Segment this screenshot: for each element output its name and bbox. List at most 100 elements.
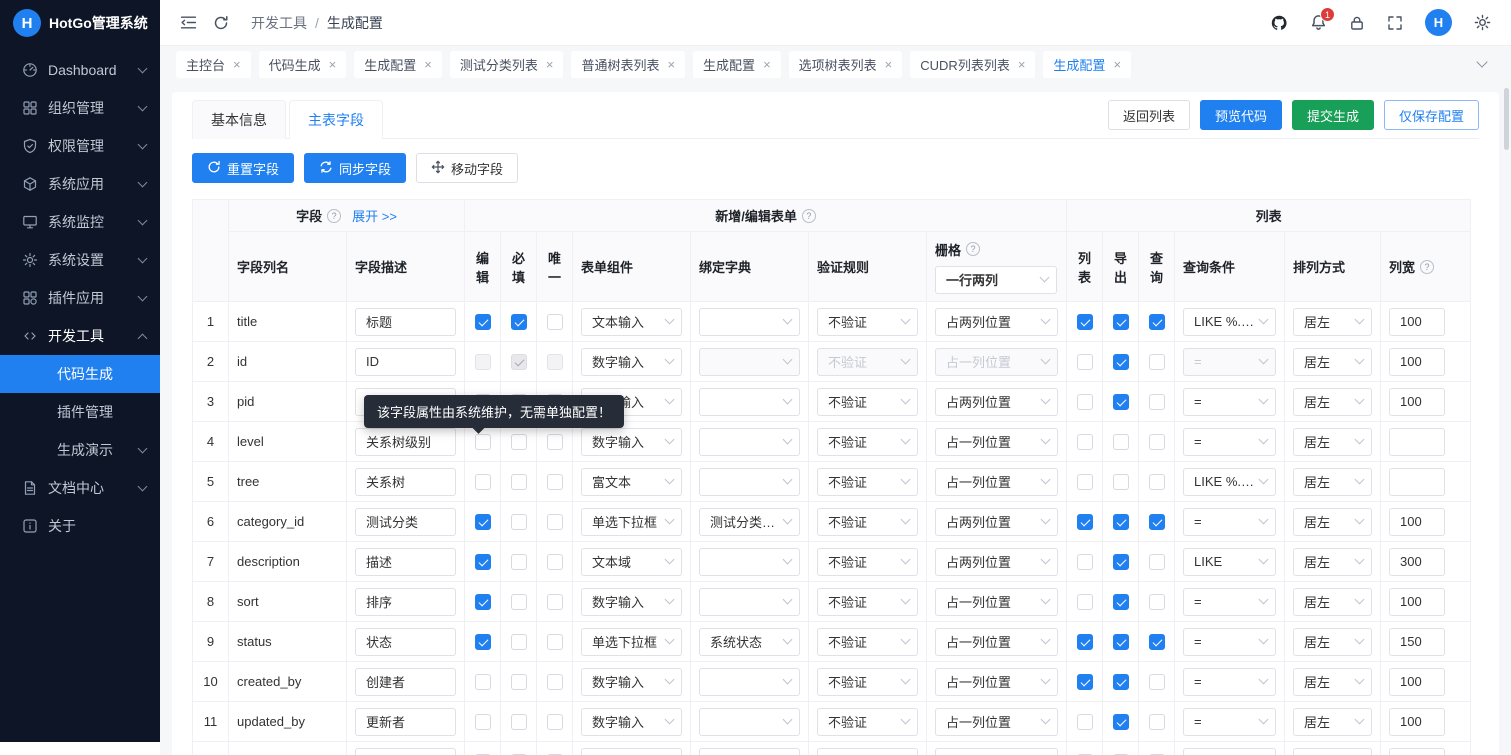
unique-checkbox[interactable] — [547, 714, 563, 730]
dict-binding-select[interactable] — [699, 668, 800, 696]
form-component-select[interactable]: 文本输入 — [581, 308, 682, 336]
align-select[interactable]: 居左 — [1293, 668, 1372, 696]
query-condition-select[interactable]: = — [1183, 588, 1276, 616]
export-checkbox[interactable] — [1113, 354, 1129, 370]
column-width-input[interactable]: 100 — [1389, 348, 1445, 376]
fullscreen-icon[interactable] — [1387, 15, 1403, 31]
align-select[interactable]: 居左 — [1293, 628, 1372, 656]
query-condition-select[interactable]: = — [1183, 508, 1276, 536]
sidebar-item-system-app[interactable]: 系统应用 — [0, 165, 160, 203]
query-checkbox[interactable] — [1149, 314, 1165, 330]
query-condition-select[interactable]: LIKE %...% — [1183, 468, 1276, 496]
back-to-list-button[interactable]: 返回列表 — [1108, 100, 1190, 130]
close-icon[interactable]: × — [546, 58, 554, 71]
help-icon[interactable]: ? — [1420, 260, 1434, 274]
field-desc-input[interactable]: 排序 — [355, 588, 456, 616]
field-desc-input[interactable]: 更新者 — [355, 708, 456, 736]
unique-checkbox[interactable] — [547, 474, 563, 490]
field-desc-input[interactable]: 关系树 — [355, 468, 456, 496]
dict-binding-select[interactable] — [699, 428, 800, 456]
grid-layout-select[interactable]: 一行两列 — [935, 266, 1057, 294]
page-tab[interactable]: CUDR列表列表× — [910, 51, 1035, 78]
grid-position-select[interactable]: 占两列位置 — [935, 308, 1058, 336]
align-select[interactable]: 居左 — [1293, 468, 1372, 496]
sidebar-item-codegen[interactable]: 代码生成 — [0, 355, 160, 393]
query-checkbox[interactable] — [1149, 474, 1165, 490]
sidebar-item-plugin[interactable]: 插件应用 — [0, 279, 160, 317]
grid-position-select[interactable]: 占一列位置 — [935, 588, 1058, 616]
page-tab[interactable]: 生成配置× — [693, 51, 781, 78]
query-checkbox[interactable] — [1149, 434, 1165, 450]
query-checkbox[interactable] — [1149, 674, 1165, 690]
column-width-input[interactable]: 100 — [1389, 708, 1445, 736]
expand-fields-link[interactable]: 展开 >> — [352, 206, 397, 225]
unique-checkbox[interactable] — [547, 634, 563, 650]
query-checkbox[interactable] — [1149, 594, 1165, 610]
list-checkbox[interactable] — [1077, 674, 1093, 690]
dict-binding-select[interactable]: 测试分类选项 — [699, 508, 800, 536]
required-checkbox[interactable] — [511, 634, 527, 650]
export-checkbox[interactable] — [1113, 674, 1129, 690]
help-icon[interactable]: ? — [802, 209, 816, 223]
export-checkbox[interactable] — [1113, 434, 1129, 450]
align-select[interactable]: 居左 — [1293, 308, 1372, 336]
lock-screen-icon[interactable] — [1349, 15, 1365, 31]
sidebar-item-org[interactable]: 组织管理 — [0, 89, 160, 127]
submit-generate-button[interactable]: 提交生成 — [1292, 100, 1374, 130]
field-desc-input[interactable]: 关系树级别 — [355, 428, 456, 456]
validation-rule-select[interactable]: 不验证 — [817, 708, 918, 736]
app-logo[interactable]: H HotGo管理系统 — [0, 0, 160, 46]
export-checkbox[interactable] — [1113, 594, 1129, 610]
grid-position-select[interactable]: 占一列位置 — [935, 468, 1058, 496]
github-icon[interactable] — [1270, 14, 1288, 32]
collapse-sidebar-icon[interactable] — [180, 14, 197, 31]
unique-checkbox[interactable] — [547, 314, 563, 330]
query-condition-select[interactable]: = — [1183, 668, 1276, 696]
breadcrumb-parent[interactable]: 开发工具 — [251, 13, 307, 33]
edit-checkbox[interactable] — [475, 434, 491, 450]
reset-fields-button[interactable]: 重置字段 — [192, 153, 294, 183]
column-width-input[interactable]: 100 — [1389, 588, 1445, 616]
query-condition-select[interactable]: = — [1183, 428, 1276, 456]
query-checkbox[interactable] — [1149, 634, 1165, 650]
page-tab[interactable]: 选项树表列表× — [789, 51, 903, 78]
field-desc-input[interactable]: 描述 — [355, 548, 456, 576]
dict-binding-select[interactable]: 系统状态 — [699, 628, 800, 656]
close-icon[interactable]: × — [1018, 58, 1026, 71]
page-tab[interactable]: 生成配置× — [1043, 51, 1131, 78]
page-tab[interactable]: 代码生成× — [259, 51, 347, 78]
field-desc-input[interactable]: ID — [355, 348, 456, 376]
column-width-input[interactable]: 150 — [1389, 628, 1445, 656]
list-checkbox[interactable] — [1077, 594, 1093, 610]
tab-list-expand-button[interactable] — [1468, 51, 1495, 78]
required-checkbox[interactable] — [511, 314, 527, 330]
grid-position-select[interactable]: 占一列位置 — [935, 668, 1058, 696]
sidebar-item-plugin-manage[interactable]: 插件管理 — [0, 393, 160, 431]
sidebar-item-devtools[interactable]: 开发工具 — [0, 317, 160, 355]
export-checkbox[interactable] — [1113, 474, 1129, 490]
align-select[interactable]: 居左 — [1293, 548, 1372, 576]
dict-binding-select[interactable] — [699, 708, 800, 736]
grid-position-select[interactable]: 占一列位置 — [935, 708, 1058, 736]
sidebar-item-permission[interactable]: 权限管理 — [0, 127, 160, 165]
required-checkbox[interactable] — [511, 434, 527, 450]
page-scrollbar-thumb[interactable] — [1504, 88, 1509, 150]
dict-binding-select[interactable] — [699, 468, 800, 496]
query-checkbox[interactable] — [1149, 394, 1165, 410]
query-condition-select[interactable]: = — [1183, 348, 1276, 376]
grid-position-select[interactable]: 占两列位置 — [935, 388, 1058, 416]
form-component-select[interactable]: 文本域 — [581, 548, 682, 576]
field-desc-input[interactable] — [355, 748, 456, 755]
form-component-select[interactable]: 单选下拉框 — [581, 628, 682, 656]
form-component-select[interactable]: 富文本 — [581, 468, 682, 496]
export-checkbox[interactable] — [1113, 554, 1129, 570]
save-config-only-button[interactable]: 仅保存配置 — [1384, 100, 1479, 130]
export-checkbox[interactable] — [1113, 394, 1129, 410]
sidebar-item-gen-demo[interactable]: 生成演示 — [0, 431, 160, 469]
field-desc-input[interactable]: 状态 — [355, 628, 456, 656]
unique-checkbox[interactable] — [547, 514, 563, 530]
align-select[interactable]: 居左 — [1293, 428, 1372, 456]
column-width-input[interactable] — [1389, 428, 1445, 456]
query-condition-select[interactable]: = — [1183, 708, 1276, 736]
validation-rule-select[interactable]: 不验证 — [817, 308, 918, 336]
